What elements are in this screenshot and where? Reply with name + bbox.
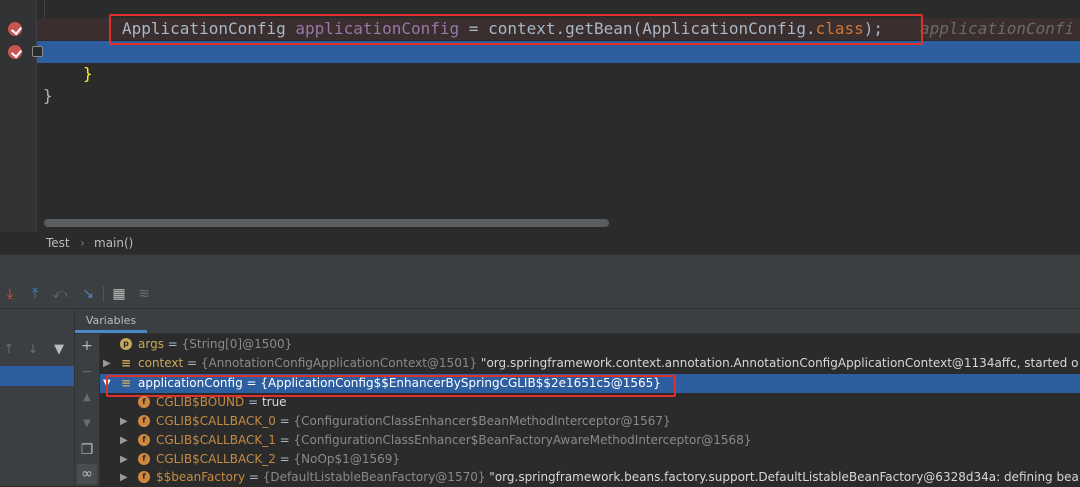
closing-brace: } bbox=[43, 86, 53, 105]
breakpoint-icon[interactable] bbox=[8, 45, 22, 59]
variable-value: {AnnotationConfigApplicationContext@1501… bbox=[200, 356, 478, 370]
field-icon: f bbox=[138, 453, 150, 465]
variables-side-toolbar: + − ▲ ▼ ❐ ∞ bbox=[75, 334, 100, 486]
filter-icon[interactable]: ▼ bbox=[50, 341, 68, 359]
tab-variables[interactable]: Variables bbox=[75, 309, 147, 333]
variable-equals: = bbox=[275, 452, 294, 466]
breadcrumb-class[interactable]: Test bbox=[46, 232, 70, 254]
variable-row-field[interactable]: ▶ f CGLIB$CALLBACK_2 = {NoOp$1@1569} bbox=[100, 450, 1080, 469]
step-into-icon[interactable]: ⤓ bbox=[0, 284, 20, 304]
breadcrumb-method[interactable]: main() bbox=[94, 232, 133, 254]
expand-arrow-icon[interactable]: ▶ bbox=[120, 412, 128, 431]
fold-marker-icon[interactable] bbox=[32, 46, 43, 57]
step-out-icon[interactable]: ⤒ bbox=[25, 284, 45, 304]
variable-tostring: "org.springframework.context.annotation.… bbox=[477, 356, 1079, 370]
variable-name: CGLIB$CALLBACK_0 bbox=[156, 414, 276, 428]
frames-panel: ↑ ↓ ▼ bbox=[0, 309, 75, 486]
inline-debug-hint: applicationConfi bbox=[920, 19, 1075, 38]
selected-frame-row[interactable] bbox=[0, 366, 74, 386]
breadcrumb-separator: › bbox=[80, 236, 85, 250]
variable-value: {ApplicationConfig$$EnhancerBySpringCGLI… bbox=[260, 376, 661, 390]
variable-equals: = bbox=[183, 356, 201, 370]
local-variable-icon: ≡ bbox=[120, 376, 132, 390]
code-expression-token: = context.getBean(ApplicationConfig. bbox=[459, 19, 816, 38]
expand-arrow-icon[interactable]: ▶ bbox=[120, 450, 128, 469]
variable-equals: = bbox=[242, 376, 261, 390]
variables-tab-bar: Variables bbox=[75, 309, 1080, 334]
horizontal-scrollbar[interactable] bbox=[44, 219, 1080, 227]
variable-row-field[interactable]: ▶ f CGLIB$CALLBACK_1 = {ConfigurationCla… bbox=[100, 431, 1080, 450]
code-line-breakpoint[interactable]: ApplicationConfig applicationConfig = co… bbox=[37, 18, 1080, 40]
variable-equals: = bbox=[275, 433, 294, 447]
variable-name: context bbox=[138, 356, 184, 370]
variable-equals: = bbox=[245, 470, 263, 484]
variable-name: args bbox=[138, 337, 164, 351]
variable-row-args[interactable]: p args = {String[0]@1500} bbox=[100, 335, 1080, 354]
breakpoint-icon[interactable] bbox=[8, 22, 22, 36]
run-to-cursor-icon[interactable]: ↘ bbox=[78, 284, 98, 304]
code-type-token: ApplicationConfig bbox=[122, 19, 286, 38]
parameter-icon: p bbox=[120, 338, 132, 350]
trace-icon[interactable]: ≋ bbox=[134, 284, 154, 304]
scrollbar-thumb[interactable] bbox=[44, 219, 609, 227]
variable-value: true bbox=[261, 395, 287, 409]
add-watch-icon[interactable]: + bbox=[77, 336, 97, 356]
glasses-icon[interactable]: ∞ bbox=[77, 464, 97, 484]
variable-equals: = bbox=[244, 395, 262, 409]
variable-row-field[interactable]: ▶ f $$beanFactory = {DefaultListableBean… bbox=[100, 468, 1080, 487]
down-icon[interactable]: ▼ bbox=[77, 414, 97, 434]
variable-value: {String[0]@1500} bbox=[181, 337, 293, 351]
up-icon[interactable]: ▲ bbox=[77, 388, 97, 408]
expand-arrow-icon[interactable]: ▶ bbox=[120, 431, 128, 450]
variable-value: {ConfigurationClassEnhancer$BeanFactoryA… bbox=[293, 433, 752, 447]
field-icon: f bbox=[138, 434, 150, 446]
breadcrumb: Test › main() bbox=[0, 232, 1080, 254]
variable-equals: = bbox=[163, 337, 182, 351]
field-icon: f bbox=[138, 396, 150, 408]
variable-row-context[interactable]: ▶ ≡ context = {AnnotationConfigApplicati… bbox=[100, 354, 1080, 373]
variable-value: {DefaultListableBeanFactory@1570} bbox=[262, 470, 486, 484]
code-editor[interactable]: ApplicationConfig applicationConfig = co… bbox=[0, 0, 1080, 232]
code-variable-token: applicationConfig bbox=[295, 19, 460, 38]
variable-name: $$beanFactory bbox=[156, 470, 246, 484]
code-line-current-execution[interactable]: } bbox=[37, 41, 1080, 83]
variables-tree: p args = {String[0]@1500} ▶ ≡ context = … bbox=[100, 334, 1080, 486]
editor-gutter[interactable] bbox=[0, 0, 36, 232]
variable-name: CGLIB$BOUND bbox=[156, 395, 245, 409]
indent-guide bbox=[44, 0, 45, 18]
variable-name: applicationConfig bbox=[138, 376, 243, 390]
variable-name: CGLIB$CALLBACK_1 bbox=[156, 433, 276, 447]
expand-arrow-icon[interactable]: ▶ bbox=[103, 354, 111, 373]
code-keyword-class: class bbox=[815, 19, 864, 38]
variable-tostring: "org.springframework.beans.factory.suppo… bbox=[485, 470, 1079, 484]
variable-value: {NoOp$1@1569} bbox=[293, 452, 400, 466]
expand-arrow-icon[interactable]: ▶ bbox=[120, 468, 128, 487]
field-icon: f bbox=[138, 415, 150, 427]
variable-row-field[interactable]: f CGLIB$BOUND = true bbox=[100, 393, 1080, 412]
collapse-arrow-icon[interactable]: ▼ bbox=[103, 374, 111, 393]
drop-frame-icon[interactable]: ⤺ bbox=[50, 284, 70, 304]
down-arrow-icon[interactable]: ↓ bbox=[24, 341, 42, 359]
variable-value: {ConfigurationClassEnhancer$BeanMethodIn… bbox=[293, 414, 671, 428]
toolbar-separator bbox=[103, 286, 104, 302]
field-icon: f bbox=[138, 471, 150, 483]
code-line[interactable]: } bbox=[37, 63, 1080, 105]
copy-icon[interactable]: ❐ bbox=[77, 440, 97, 460]
evaluate-expression-icon[interactable]: ▦ bbox=[109, 284, 129, 304]
local-variable-icon: ≡ bbox=[120, 356, 132, 370]
variable-row-field[interactable]: ▶ f CGLIB$CALLBACK_0 = {ConfigurationCla… bbox=[100, 412, 1080, 431]
debug-tool-window-header bbox=[0, 254, 1080, 281]
up-arrow-icon[interactable]: ↑ bbox=[0, 341, 18, 359]
variable-name: CGLIB$CALLBACK_2 bbox=[156, 452, 276, 466]
minus-icon[interactable]: − bbox=[77, 362, 97, 382]
variable-row-applicationconfig[interactable]: ▼ ≡ applicationConfig = {ApplicationConf… bbox=[100, 374, 1080, 393]
variable-equals: = bbox=[275, 414, 294, 428]
code-end-token: ); bbox=[863, 19, 884, 38]
debug-toolbar: ⤓ ⤒ ⤺ ↘ ▦ ≋ bbox=[0, 280, 1080, 309]
